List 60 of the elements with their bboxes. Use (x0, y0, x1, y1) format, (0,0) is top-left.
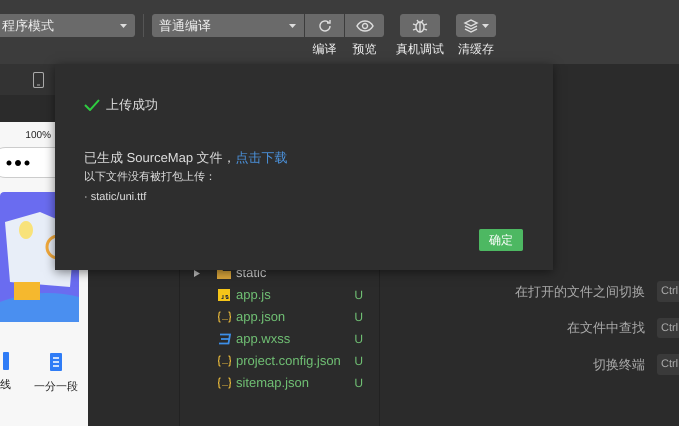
eye-icon (356, 20, 374, 32)
compile-dropdown[interactable]: 普通编译 (152, 14, 304, 37)
git-status: U (354, 353, 363, 370)
caret-icon (482, 24, 489, 28)
download-link[interactable]: 点击下载 (236, 150, 288, 164)
file-tree-row[interactable]: sitemap.json U (180, 372, 379, 394)
more-icon (6, 160, 30, 166)
git-status: U (354, 331, 363, 348)
shortcut-label: 线 (0, 378, 11, 393)
file-tree-row[interactable]: app.wxss U (180, 328, 379, 350)
mode-dropdown[interactable]: 程序模式 (0, 14, 135, 37)
bug-icon (412, 18, 428, 34)
key-cap: Ctrl (657, 281, 679, 302)
toolbar-label: 清缓存 (458, 41, 494, 58)
shortcut-description: 在文件中查找 (567, 319, 645, 337)
unpacked-file: · static/uni.ttf (84, 190, 148, 204)
shortcut-description: 在打开的文件之间切换 (515, 282, 645, 300)
toolbar-label: 真机调试 (396, 41, 444, 58)
toolbar-label: 编译 (312, 41, 336, 58)
phone-icon[interactable] (33, 72, 44, 88)
caret-icon (289, 24, 296, 28)
unpacked-files-note: 以下文件没有被打包上传： (84, 170, 217, 185)
css-file-icon (218, 333, 230, 345)
js-file-icon (218, 289, 230, 301)
braces-file-icon (216, 377, 232, 389)
key-cap: Ctrl (657, 318, 679, 338)
refresh-icon (316, 18, 332, 34)
dialog-title: 上传成功 (106, 96, 158, 114)
git-status: U (354, 287, 363, 304)
file-name: sitemap.json (236, 374, 310, 392)
battery-text: 100% (25, 129, 52, 143)
expand-arrow-icon[interactable] (194, 270, 200, 276)
scroll-icon (48, 352, 64, 372)
toolbar-button[interactable] (456, 14, 496, 37)
toolbar-button[interactable] (305, 14, 344, 37)
document-icon (2, 352, 8, 370)
file-name: static (236, 264, 268, 282)
file-tree-row[interactable]: app.js U (180, 284, 379, 306)
file-tree-row[interactable]: static (180, 262, 379, 284)
file-tree-row[interactable]: app.json U (180, 306, 379, 328)
braces-file-icon (216, 355, 232, 367)
toolbar-button[interactable] (345, 14, 384, 37)
toolbar-button[interactable] (400, 14, 440, 37)
caret-icon (120, 24, 127, 28)
key-cap: Ctrl (657, 354, 679, 374)
toolbar-label: 预览 (352, 41, 376, 58)
git-status: U (354, 309, 363, 326)
file-tree-row[interactable]: project.config.json U (180, 350, 379, 372)
file-name: app.json (236, 308, 286, 326)
braces-file-icon (216, 311, 232, 323)
file-name: app.wxss (236, 330, 292, 348)
shortcut-description: 切换终端 (593, 356, 645, 374)
shortcut-label: 一分一段 (34, 380, 78, 395)
check-icon (84, 98, 100, 111)
file-name: project.config.json (236, 352, 342, 370)
file-name: app.js (236, 286, 272, 304)
git-status: U (354, 375, 363, 392)
layers-icon (463, 18, 479, 34)
folder-icon (217, 268, 231, 278)
sourcemap-message: 已生成 SourceMap 文件，点击下载 (84, 148, 289, 167)
